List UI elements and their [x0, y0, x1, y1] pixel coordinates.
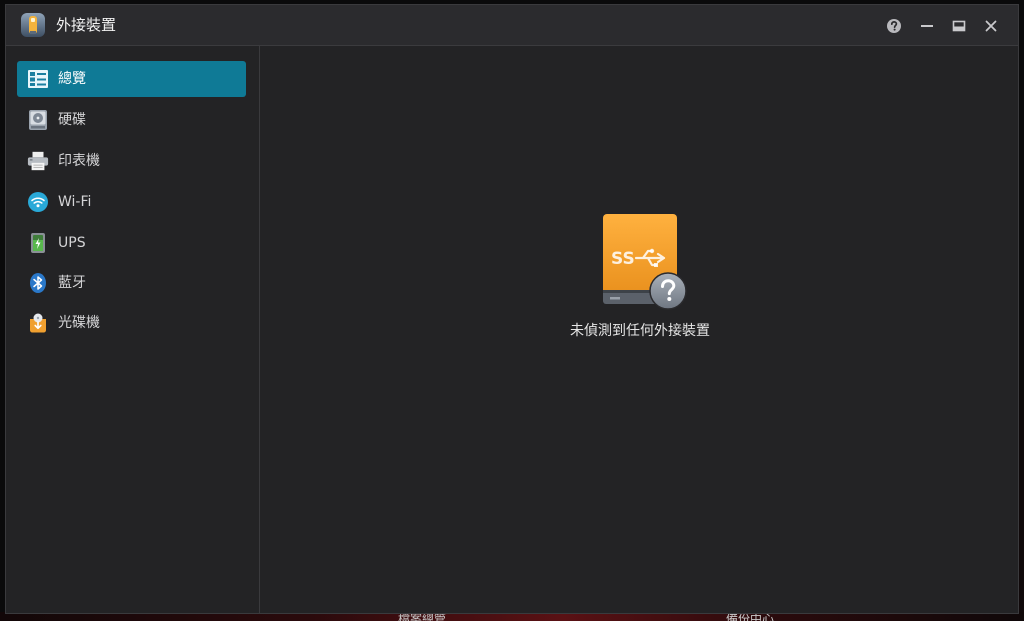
sidebar-item-label: 總覽 — [58, 71, 86, 87]
overview-list-icon — [27, 68, 49, 90]
wifi-icon — [27, 191, 49, 213]
minimize-icon — [921, 25, 933, 27]
sidebar-item-bluetooth[interactable]: 藍牙 — [17, 265, 246, 301]
window-title: 外接裝置 — [56, 16, 117, 34]
sidebar-item-optical-drive[interactable]: 光碟機 — [17, 305, 246, 341]
app-icon — [21, 13, 45, 37]
external-devices-window: 外接裝置 總覽 硬碟 印表機 Wi-Fi UPS 藍牙 光碟機 SS 未偵測到任… — [5, 4, 1019, 614]
help-icon — [887, 19, 901, 33]
sidebar-item-printer[interactable]: 印表機 — [17, 143, 246, 179]
titlebar[interactable]: 外接裝置 — [6, 5, 1018, 46]
help-button[interactable] — [884, 16, 904, 36]
maximize-button[interactable] — [949, 16, 969, 36]
close-icon — [985, 20, 997, 32]
sidebar-item-wifi[interactable]: Wi-Fi — [17, 184, 246, 220]
sidebar-item-overview[interactable]: 總覽 — [17, 61, 246, 97]
sidebar-item-label: 硬碟 — [58, 112, 86, 128]
printer-icon — [27, 150, 49, 172]
main-content: SS 未偵測到任何外接裝置 — [260, 46, 1018, 613]
hard-disk-icon — [27, 109, 49, 131]
minimize-button[interactable] — [917, 16, 937, 36]
empty-state-message: 未偵測到任何外接裝置 — [570, 323, 710, 339]
usb-drive-unknown-icon: SS — [603, 214, 687, 310]
bluetooth-icon — [27, 272, 49, 294]
sidebar-item-label: Wi-Fi — [58, 194, 92, 210]
sidebar-item-label: UPS — [58, 235, 86, 251]
sidebar-item-label: 藍牙 — [58, 275, 86, 291]
sidebar-item-label: 光碟機 — [58, 315, 100, 331]
sidebar: 總覽 硬碟 印表機 Wi-Fi UPS 藍牙 光碟機 — [6, 46, 260, 613]
sidebar-item-hard-disk[interactable]: 硬碟 — [17, 102, 246, 138]
close-button[interactable] — [981, 16, 1001, 36]
optical-drive-icon — [27, 312, 49, 334]
sidebar-item-ups[interactable]: UPS — [17, 225, 246, 261]
ups-battery-icon — [27, 232, 49, 254]
svg-text:SS: SS — [611, 249, 635, 269]
maximize-icon — [952, 20, 966, 32]
sidebar-item-label: 印表機 — [58, 153, 100, 169]
